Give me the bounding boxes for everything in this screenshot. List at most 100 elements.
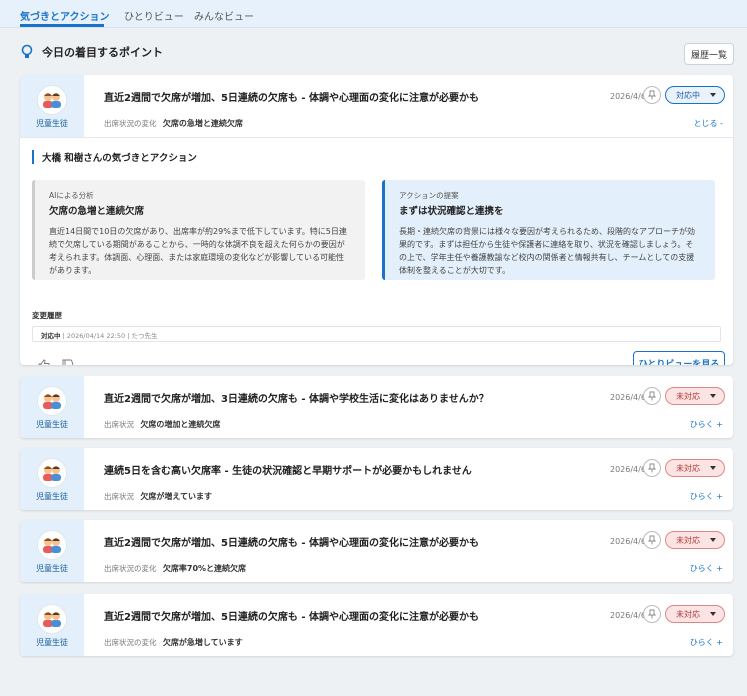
- expand-toggle[interactable]: ひらく +: [690, 563, 723, 574]
- change-log-entry: 対応中 | 2026/04/14 22:50 | たつ先生: [32, 326, 721, 342]
- expand-toggle[interactable]: ひらく +: [690, 491, 723, 502]
- thumbs-down-icon[interactable]: [62, 359, 74, 365]
- meta-value: 欠席が急増しています: [162, 638, 243, 647]
- card-summary-row[interactable]: 児童生徒 直近2週間で欠席が増加、5日連続の欠席も - 体調や心理面の変化に注意…: [20, 520, 733, 582]
- card-meta: 出席状況の変化 欠席の急増と連続欠席: [104, 118, 243, 129]
- students-avatar-icon: [37, 604, 67, 634]
- active-tab-indicator: [20, 24, 104, 27]
- insight-title: 大橋 和樹さんの気づきとアクション: [32, 150, 197, 164]
- pin-button[interactable]: [643, 459, 661, 477]
- insight-card[interactable]: 児童生徒 直近2週間で欠席が増加、5日連続の欠席も - 体調や心理面の変化に注意…: [20, 594, 733, 656]
- expand-toggle[interactable]: ひらく +: [690, 637, 723, 648]
- expand-toggle[interactable]: ひらく +: [690, 419, 723, 430]
- pin-button[interactable]: [643, 387, 661, 405]
- status-label: 未対応: [676, 535, 700, 545]
- students-avatar-icon: [37, 85, 67, 115]
- student-label: 児童生徒: [36, 420, 68, 429]
- students-avatar-icon: [37, 530, 67, 560]
- pin-icon: [648, 463, 656, 473]
- card-title: 連続5日を含む高い欠席率 - 生徒の状況確認と早期サポートが必要かもしれません: [104, 466, 472, 477]
- chevron-down-icon: [710, 538, 716, 542]
- status-dropdown[interactable]: 未対応: [665, 387, 725, 405]
- log-user: たつ先生: [131, 332, 158, 340]
- ai-analysis-panel: AIによる分析 欠席の急増と連続欠席 直近14日間で10日の欠席があり、出席率が…: [32, 180, 365, 280]
- card-date: 2026/4/6: [610, 465, 646, 474]
- open-individual-view-button[interactable]: ひとりビューを見る: [633, 351, 725, 365]
- pin-icon: [648, 391, 656, 401]
- student-label: 児童生徒: [36, 119, 68, 128]
- expanded-panel: 大橋 和樹さんの気づきとアクション AIによる分析 欠席の急増と連続欠席 直近1…: [20, 137, 733, 365]
- action-suggestion-heading: まずは状況確認と連携を: [399, 206, 504, 217]
- lightbulb-icon: [21, 44, 33, 58]
- status-dropdown[interactable]: 未対応: [665, 605, 725, 623]
- card-summary-row[interactable]: 児童生徒 直近2週間で欠席が増加、3日連続の欠席も - 体調や学校生活に変化はあ…: [20, 376, 733, 438]
- status-dropdown[interactable]: 未対応: [665, 531, 725, 549]
- chevron-down-icon: [710, 612, 716, 616]
- card-meta: 出席状況 欠席の増加と連続欠席: [104, 419, 220, 430]
- pin-icon: [648, 90, 656, 100]
- card-summary-row[interactable]: 児童生徒 直近2週間で欠席が増加、5日連続の欠席も - 体調や心理面の変化に注意…: [20, 594, 733, 656]
- chevron-down-icon: [710, 394, 716, 398]
- collapse-toggle[interactable]: とじる -: [694, 118, 723, 129]
- card-meta: 出席状況の変化 欠席率70%と連続欠席: [104, 563, 246, 574]
- tab-everyone-view[interactable]: みんなビュー: [194, 8, 254, 23]
- thumbs-up-icon[interactable]: [38, 359, 50, 365]
- insight-card[interactable]: 児童生徒 直近2週間で欠席が増加、3日連続の欠席も - 体調や学校生活に変化はあ…: [20, 376, 733, 438]
- card-meta: 出席状況の変化 欠席が急増しています: [104, 637, 243, 648]
- ai-analysis-heading: 欠席の急増と連続欠席: [49, 206, 145, 217]
- meta-label: 出席状況: [104, 420, 134, 429]
- student-column: 児童生徒: [20, 376, 84, 438]
- meta-value: 欠席が増えています: [140, 492, 212, 501]
- tab-individual-view[interactable]: ひとりビュー: [124, 8, 184, 23]
- status-dropdown[interactable]: 対応中: [665, 86, 725, 104]
- card-date: 2026/4/6: [610, 393, 646, 402]
- pin-button[interactable]: [643, 605, 661, 623]
- student-column: 児童生徒: [20, 448, 84, 510]
- student-label: 児童生徒: [36, 492, 68, 501]
- change-log-label: 変更履歴: [32, 311, 62, 320]
- log-status: 対応中: [41, 332, 61, 340]
- meta-value: 欠席の増加と連続欠席: [140, 420, 221, 429]
- ai-analysis-label: AIによる分析: [49, 191, 94, 200]
- meta-label: 出席状況の変化: [104, 564, 157, 573]
- section-title: 今日の着目するポイント: [42, 46, 163, 59]
- pin-icon: [648, 535, 656, 545]
- meta-value: 欠席率70%と連続欠席: [162, 564, 247, 573]
- insight-card[interactable]: 児童生徒 直近2週間で欠席が増加、5日連続の欠席も - 体調や心理面の変化に注意…: [20, 520, 733, 582]
- card-summary-row[interactable]: 児童生徒 連続5日を含む高い欠席率 - 生徒の状況確認と早期サポートが必要かもし…: [20, 448, 733, 510]
- card-title: 直近2週間で欠席が増加、5日連続の欠席も - 体調や心理面の変化に注意が必要かも: [104, 538, 480, 549]
- pin-icon: [648, 609, 656, 619]
- card-title: 直近2週間で欠席が増加、5日連続の欠席も - 体調や心理面の変化に注意が必要かも: [104, 93, 480, 104]
- card-meta: 出席状況 欠席が増えています: [104, 491, 212, 502]
- chevron-down-icon: [710, 466, 716, 470]
- status-label: 未対応: [676, 609, 700, 619]
- ai-analysis-body: 直近14日間で10日の欠席があり、出席率が約29%まで低下しています。特に5日連…: [49, 227, 347, 275]
- tab-bar: 気づきとアクション ひとりビュー みんなビュー: [0, 0, 747, 28]
- card-date: 2026/4/6: [610, 611, 646, 620]
- history-list-button[interactable]: 履歴一覧: [684, 43, 734, 65]
- section-header: 今日の着目するポイント: [20, 44, 163, 60]
- tab-insights-actions[interactable]: 気づきとアクション: [20, 8, 110, 23]
- card-summary-row[interactable]: 児童生徒 直近2週間で欠席が増加、5日連続の欠席も - 体調や心理面の変化に注意…: [20, 75, 733, 137]
- card-title: 直近2週間で欠席が増加、3日連続の欠席も - 体調や学校生活に変化はありませんか…: [104, 394, 489, 405]
- card-date: 2026/4/6: [610, 537, 646, 546]
- status-label: 未対応: [676, 391, 700, 401]
- meta-label: 出席状況の変化: [104, 119, 157, 128]
- status-dropdown[interactable]: 未対応: [665, 459, 725, 477]
- action-suggestion-label: アクションの提案: [399, 191, 459, 200]
- meta-label: 出席状況: [104, 492, 134, 501]
- students-avatar-icon: [37, 458, 67, 488]
- student-label: 児童生徒: [36, 564, 68, 573]
- pin-button[interactable]: [643, 86, 661, 104]
- meta-label: 出席状況の変化: [104, 638, 157, 647]
- insight-card: 児童生徒 直近2週間で欠席が増加、5日連続の欠席も - 体調や心理面の変化に注意…: [20, 75, 733, 365]
- student-column: 児童生徒: [20, 75, 84, 137]
- pin-button[interactable]: [643, 531, 661, 549]
- chevron-down-icon: [710, 93, 716, 97]
- insight-card[interactable]: 児童生徒 連続5日を含む高い欠席率 - 生徒の状況確認と早期サポートが必要かもし…: [20, 448, 733, 510]
- action-suggestion-body: 長期・連続欠席の背景には様々な要因が考えられるため、段階的なアプローチが効果的で…: [399, 227, 695, 275]
- action-suggestion-panel: アクションの提案 まずは状況確認と連携を 長期・連続欠席の背景には様々な要因が考…: [382, 180, 715, 280]
- students-avatar-icon: [37, 386, 67, 416]
- log-timestamp: 2026/04/14 22:50: [66, 332, 126, 340]
- card-title: 直近2週間で欠席が増加、5日連続の欠席も - 体調や心理面の変化に注意が必要かも: [104, 612, 480, 623]
